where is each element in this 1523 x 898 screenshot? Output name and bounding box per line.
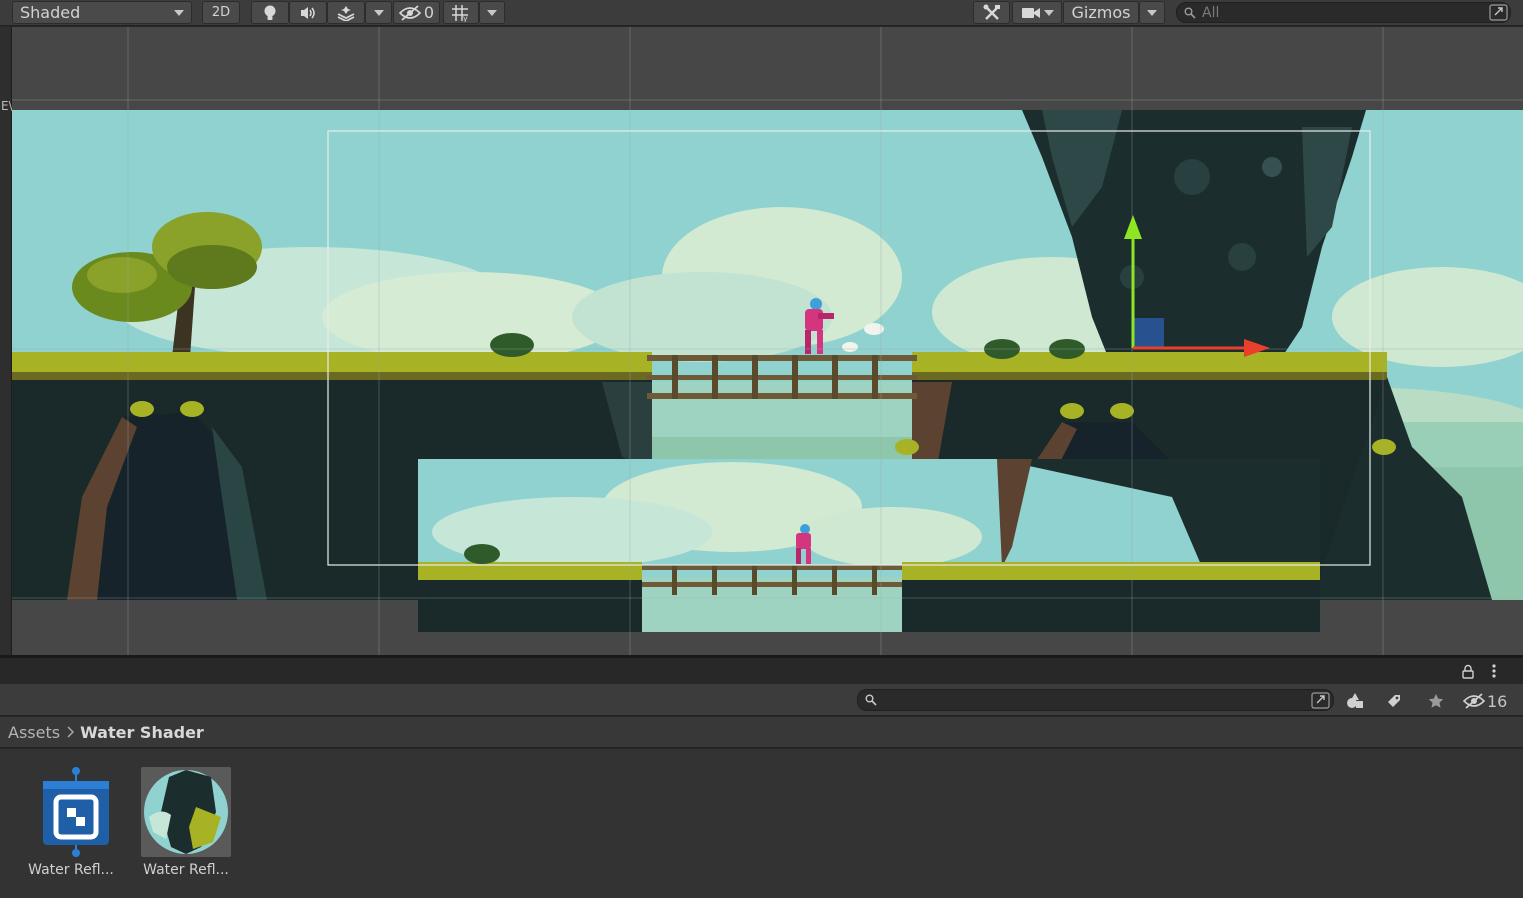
hidden-layers-count: 0 bbox=[423, 3, 435, 22]
effects-dropdown[interactable] bbox=[365, 1, 392, 24]
tools-button[interactable] bbox=[973, 1, 1010, 24]
hidden-eye-icon bbox=[1463, 693, 1485, 709]
tag-icon bbox=[1388, 695, 1400, 707]
project-panel-header bbox=[0, 658, 1523, 684]
favorites-button[interactable] bbox=[1423, 690, 1449, 712]
hidden-packages-toggle[interactable]: 16 bbox=[1463, 690, 1507, 712]
scene-search-box[interactable] bbox=[1176, 2, 1511, 23]
effects-layers-icon bbox=[337, 5, 355, 21]
grid-toggle[interactable]: y bbox=[443, 1, 479, 24]
crossed-tools-icon bbox=[983, 4, 1000, 20]
asset-label: Water Refl... bbox=[28, 862, 114, 878]
chevron-down-icon bbox=[487, 9, 497, 16]
chevron-down-icon bbox=[373, 9, 384, 16]
breadcrumb-assets[interactable]: Assets bbox=[8, 723, 60, 742]
scene-toolbar: Shaded 2D 0 y Gizmos All bbox=[0, 0, 1523, 26]
chevron-down-icon bbox=[1043, 9, 1054, 16]
search-icon bbox=[865, 694, 877, 706]
draw-mode-label: Shaded bbox=[20, 3, 81, 22]
asset-item-shader-graph[interactable]: Water Refl... bbox=[21, 765, 121, 885]
scene-effects-toggle[interactable] bbox=[327, 1, 365, 24]
grid-dropdown[interactable] bbox=[479, 1, 505, 24]
lightbulb-icon bbox=[264, 5, 276, 20]
gizmos-toggle[interactable]: Gizmos bbox=[1063, 1, 1139, 24]
filter-by-label-button[interactable] bbox=[1381, 690, 1407, 712]
lock-icon[interactable] bbox=[1461, 664, 1475, 679]
asset-grid: Water Refl... Water Refl... bbox=[0, 749, 1523, 898]
kebab-menu-icon[interactable] bbox=[1490, 663, 1498, 679]
shader-graph-icon bbox=[43, 767, 109, 857]
expand-search-icon[interactable] bbox=[1311, 692, 1330, 709]
asset-item-material[interactable]: Water Refl... bbox=[136, 765, 236, 885]
breadcrumb-water-shader[interactable]: Water Shader bbox=[80, 723, 204, 742]
2d-mode-label: 2D bbox=[211, 5, 231, 20]
grid-icon: y bbox=[452, 4, 468, 22]
gizmos-dropdown[interactable] bbox=[1139, 1, 1165, 24]
filter-by-type-button[interactable] bbox=[1342, 690, 1368, 712]
left-edge-glyph: E\ bbox=[1, 99, 13, 113]
chevron-right-icon bbox=[67, 726, 75, 738]
scene-search-input[interactable] bbox=[1202, 4, 1472, 21]
expand-search-icon[interactable] bbox=[1489, 4, 1508, 21]
material-sphere-icon bbox=[141, 767, 231, 857]
camera-icon bbox=[1021, 7, 1040, 18]
search-icon bbox=[1184, 7, 1196, 19]
gizmo-plane-handle[interactable] bbox=[1132, 318, 1164, 348]
chevron-down-icon bbox=[174, 9, 184, 16]
project-search-input[interactable] bbox=[883, 692, 1303, 708]
draw-mode-dropdown[interactable]: Shaded bbox=[12, 1, 192, 24]
scene-audio-toggle[interactable] bbox=[289, 1, 327, 24]
star-icon bbox=[1428, 694, 1444, 708]
camera-settings-button[interactable] bbox=[1012, 1, 1062, 24]
project-toolbar: 16 bbox=[0, 684, 1523, 716]
chevron-down-icon bbox=[1147, 9, 1157, 16]
project-search-box[interactable] bbox=[857, 689, 1334, 711]
scene-lighting-toggle[interactable] bbox=[251, 1, 289, 24]
speaker-icon bbox=[301, 6, 315, 19]
svg-text:y: y bbox=[463, 14, 468, 22]
breadcrumb: Assets Water Shader bbox=[0, 717, 1523, 748]
scene-visibility-toggle[interactable]: 0 bbox=[393, 1, 440, 24]
gizmos-label: Gizmos bbox=[1071, 3, 1131, 22]
hidden-eye-icon bbox=[398, 4, 421, 21]
asset-label: Water Refl... bbox=[143, 862, 229, 878]
scene-canvas[interactable] bbox=[12, 27, 1523, 655]
water-reflection bbox=[418, 459, 1320, 632]
left-panel-edge: E\ bbox=[0, 27, 13, 655]
hidden-packages-count: 16 bbox=[1487, 691, 1508, 711]
2d-mode-toggle[interactable]: 2D bbox=[202, 1, 240, 24]
shapes-filter-icon bbox=[1347, 693, 1363, 708]
scene-view[interactable] bbox=[12, 27, 1523, 655]
